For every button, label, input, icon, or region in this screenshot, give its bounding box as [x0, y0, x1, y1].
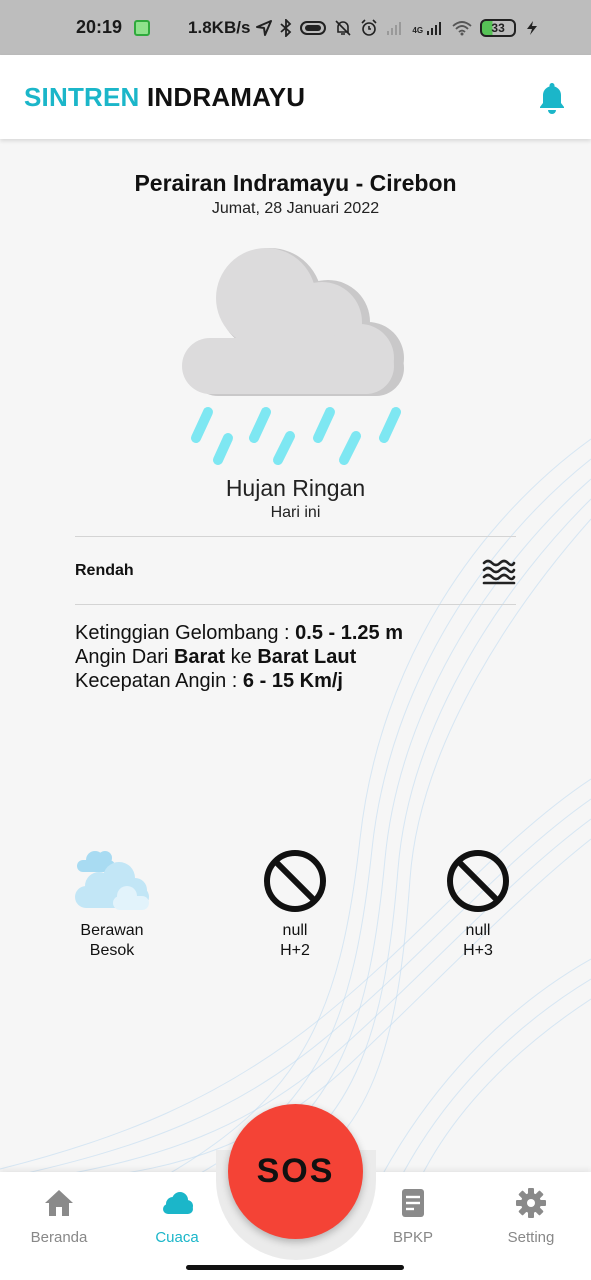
nav-item-cuaca[interactable]: Cuaca — [127, 1186, 227, 1246]
nav-label: Setting — [507, 1229, 555, 1246]
app-notification-icon — [134, 19, 151, 36]
wave-height-line: Ketinggian Gelombang : 0.5 - 1.25 m — [75, 621, 403, 645]
network-type: 4G — [412, 25, 424, 35]
location-title: Perairan Indramayu - Cirebon — [134, 170, 457, 196]
nav-label: Beranda — [30, 1229, 88, 1246]
no-symbol-icon — [447, 850, 509, 912]
app-title-part2: INDRAMAYU — [146, 81, 306, 112]
marine-details: Ketinggian Gelombang : 0.5 - 1.25 m Angi… — [75, 621, 403, 693]
status-icons: 4G 33 — [256, 18, 540, 37]
bluetooth-icon — [280, 18, 292, 37]
divider — [75, 604, 516, 605]
wave-level: Rendah — [75, 562, 134, 579]
nfc-icon — [300, 20, 327, 35]
wave-level-row: Rendah — [75, 548, 516, 594]
silent-bell-icon — [335, 19, 351, 36]
wind-speed-label: Kecepatan Angin : — [75, 670, 243, 692]
wind-speed-value: 6 - 15 Km/j — [242, 670, 343, 692]
nav-item-bpkp[interactable]: BPKP — [363, 1186, 463, 1246]
wind-direction-line: Angin Dari Barat ke Barat Laut — [75, 645, 403, 669]
forecast-item[interactable]: Berawan Besok — [52, 848, 172, 961]
gear-icon — [516, 1188, 546, 1218]
wifi-icon — [452, 20, 472, 35]
sos-button[interactable]: SOS — [228, 1104, 363, 1239]
nav-label: BPKP — [392, 1229, 434, 1246]
4g-signal-icon: 4G — [412, 21, 444, 35]
sos-label: SOS — [256, 1152, 335, 1190]
forecast-date: Jumat, 28 Januari 2022 — [211, 200, 380, 217]
alarm-icon — [361, 18, 377, 36]
forecast-condition: null — [465, 922, 491, 939]
nav-label: Cuaca — [155, 1229, 199, 1246]
no-symbol-icon — [264, 850, 326, 912]
wave-height-label: Ketinggian Gelombang : — [75, 622, 296, 644]
forecast-condition: null — [282, 922, 308, 939]
forecast-day: H+3 — [463, 942, 493, 959]
location-arrow-icon — [256, 19, 273, 36]
app-bar: SINTREN INDRAMAYU — [0, 55, 591, 139]
app-title-part1: SINTREN — [24, 81, 140, 112]
forecast-item[interactable]: null H+3 — [418, 848, 538, 961]
wind-speed-line: Kecepatan Angin : 6 - 15 Km/j — [75, 669, 403, 693]
nav-item-beranda[interactable]: Beranda — [9, 1186, 109, 1246]
wind-from: Barat — [173, 646, 226, 668]
wind-to-label: ke — [225, 646, 258, 668]
rain-cloud-icon — [182, 248, 404, 465]
weather-period: Hari ini — [270, 504, 321, 521]
charging-icon — [527, 20, 538, 35]
document-icon — [402, 1189, 424, 1217]
cloud-icon — [163, 1192, 193, 1214]
forecast-row: Berawan Besok null H+2 null H+3 — [0, 848, 591, 968]
network-speed: 1.8KB/s — [188, 17, 251, 37]
app-title: SINTREN INDRAMAYU — [24, 82, 305, 113]
wind-from-label: Angin Dari — [75, 646, 174, 668]
battery-icon: 33 — [480, 18, 517, 37]
forecast-condition: Berawan — [80, 922, 144, 939]
waves-icon — [482, 559, 516, 585]
cloudy-icon — [75, 851, 149, 910]
nav-item-setting[interactable]: Setting — [481, 1186, 581, 1246]
status-time: 20:19 — [76, 17, 123, 37]
wave-height-value: 0.5 - 1.25 m — [295, 622, 403, 644]
divider — [75, 536, 516, 537]
forecast-item[interactable]: null H+2 — [235, 848, 355, 961]
forecast-day: H+2 — [280, 942, 310, 959]
status-bar: 20:19 1.8KB/s 4G 33 — [0, 0, 591, 55]
bell-icon[interactable] — [537, 80, 567, 114]
signal-icon — [387, 21, 402, 35]
forecast-day: Besok — [89, 942, 135, 959]
weather-condition: Hujan Ringan — [225, 475, 366, 501]
home-indicator[interactable] — [186, 1265, 404, 1270]
wind-to: Barat Laut — [257, 646, 357, 668]
home-icon — [45, 1190, 73, 1216]
